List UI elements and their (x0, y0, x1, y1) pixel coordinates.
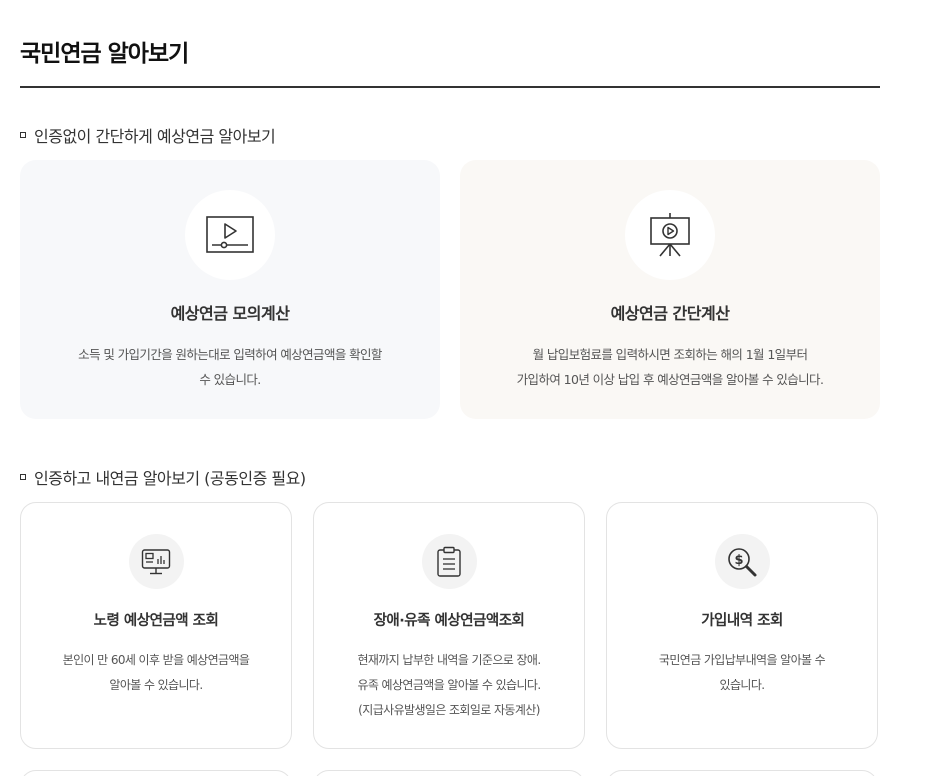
square-bullet-icon (20, 474, 26, 480)
clipboard-icon (437, 546, 461, 577)
card-desc-line: 소득 및 가입기간을 원하는대로 입력하여 예상연금액을 확인할 (78, 347, 382, 362)
card-desc-line: 본인이 만 60세 이후 받을 예상연금액을 (62, 653, 250, 667)
section-heading-label: 인증하고 내연금 알아보기 (공동인증 필요) (34, 469, 306, 488)
card-desc-line: 월 납입보험료를 입력하시면 조회하는 해의 1월 1일부터 (532, 347, 808, 362)
card-desc-line: 유족 예상연금액을 알아볼 수 있습니다. (357, 678, 541, 692)
card-title: 예상연금 모의계산 (170, 304, 290, 323)
card-title: 예상연금 간단계산 (610, 304, 730, 323)
card-desc-line: 있습니다. (719, 678, 766, 692)
card-partial[interactable] (313, 770, 585, 776)
icon-circle (421, 534, 477, 589)
page-title: 국민연금 알아보기 (20, 41, 189, 67)
card-subscription-history-inquiry[interactable]: $ 가입내역 조회 국민연금 가입납부내역을 알아볼 수 있습니다. (606, 502, 878, 749)
section-heading-with-auth: 인증하고 내연금 알아보기 (공동인증 필요) (20, 465, 306, 489)
dollar-search-icon: $ (728, 547, 757, 576)
card-title: 장애·유족 예상연금액조회 (373, 613, 525, 629)
section-heading-label: 인증없이 간단하게 예상연금 알아보기 (34, 127, 276, 146)
title-divider (20, 86, 880, 88)
card-description: 국민연금 가입납부내역을 알아볼 수 있습니다. (621, 648, 863, 698)
card-partial[interactable] (20, 770, 292, 776)
card-description: 본인이 만 60세 이후 받을 예상연금액을 알아볼 수 있습니다. (35, 648, 277, 698)
card-pension-simulation[interactable]: 예상연금 모의계산 소득 및 가입기간을 원하는대로 입력하여 예상연금액을 확… (20, 160, 440, 419)
card-old-age-pension-inquiry[interactable]: 노령 예상연금액 조회 본인이 만 60세 이후 받을 예상연금액을 알아볼 수… (20, 502, 292, 749)
card-disability-survivor-inquiry[interactable]: 장애·유족 예상연금액조회 현재까지 납부한 내역을 기준으로 장애. 유족 예… (313, 502, 585, 749)
card-title: 가입내역 조회 (701, 613, 783, 629)
card-partial[interactable] (606, 770, 878, 776)
presentation-board-icon (650, 213, 690, 257)
icon-circle (625, 190, 715, 280)
video-player-icon (206, 216, 254, 253)
card-desc-line: (지급사유발생일은 조회일로 자동계산) (358, 703, 540, 717)
card-description: 소득 및 가입기간을 원하는대로 입력하여 예상연금액을 확인할 수 있습니다. (40, 342, 420, 392)
card-desc-line: 국민연금 가입납부내역을 알아볼 수 (658, 653, 826, 667)
card-title: 노령 예상연금액 조회 (93, 613, 219, 629)
icon-circle (128, 534, 184, 589)
icon-circle: $ (714, 534, 770, 589)
card-desc-line: 알아볼 수 있습니다. (109, 678, 203, 692)
section-heading-no-auth: 인증없이 간단하게 예상연금 알아보기 (20, 123, 276, 147)
monitor-chart-icon (141, 548, 171, 574)
card-desc-line: 현재까지 납부한 내역을 기준으로 장애. (357, 653, 541, 667)
square-bullet-icon (20, 132, 26, 138)
svg-text:$: $ (734, 553, 743, 568)
card-description: 월 납입보험료를 입력하시면 조회하는 해의 1월 1일부터 가입하여 10년 … (480, 342, 860, 392)
icon-circle (185, 190, 275, 280)
card-desc-line: 수 있습니다. (199, 372, 261, 387)
card-pension-quick-calc[interactable]: 예상연금 간단계산 월 납입보험료를 입력하시면 조회하는 해의 1월 1일부터… (460, 160, 880, 419)
card-description: 현재까지 납부한 내역을 기준으로 장애. 유족 예상연금액을 알아볼 수 있습… (328, 648, 570, 723)
card-desc-line: 가입하여 10년 이상 납입 후 예상연금액을 알아볼 수 있습니다. (516, 372, 824, 387)
